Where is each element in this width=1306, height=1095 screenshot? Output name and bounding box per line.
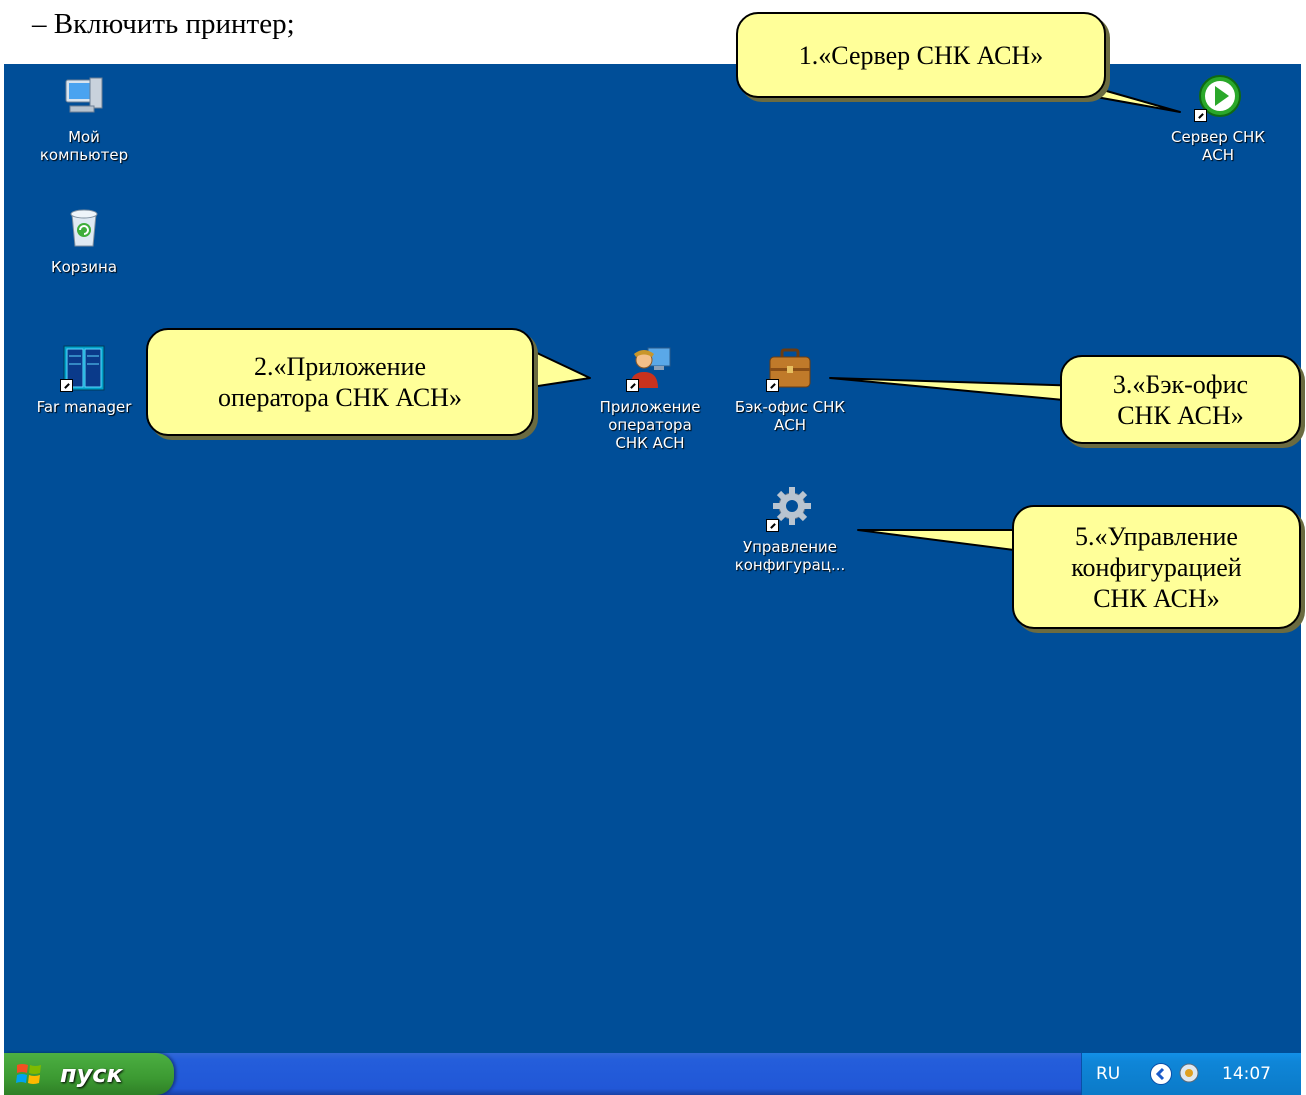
callout-config-management: 5.«Управление конфигурацией СНК АСН» bbox=[1012, 505, 1301, 629]
callout-back-office: 3.«Бэк-офис СНК АСН» bbox=[1060, 355, 1301, 444]
callout-server: 1.«Сервер СНК АСН» bbox=[736, 12, 1106, 98]
callout-operator-app: 2.«Приложение оператора СНК АСН» bbox=[146, 328, 534, 436]
